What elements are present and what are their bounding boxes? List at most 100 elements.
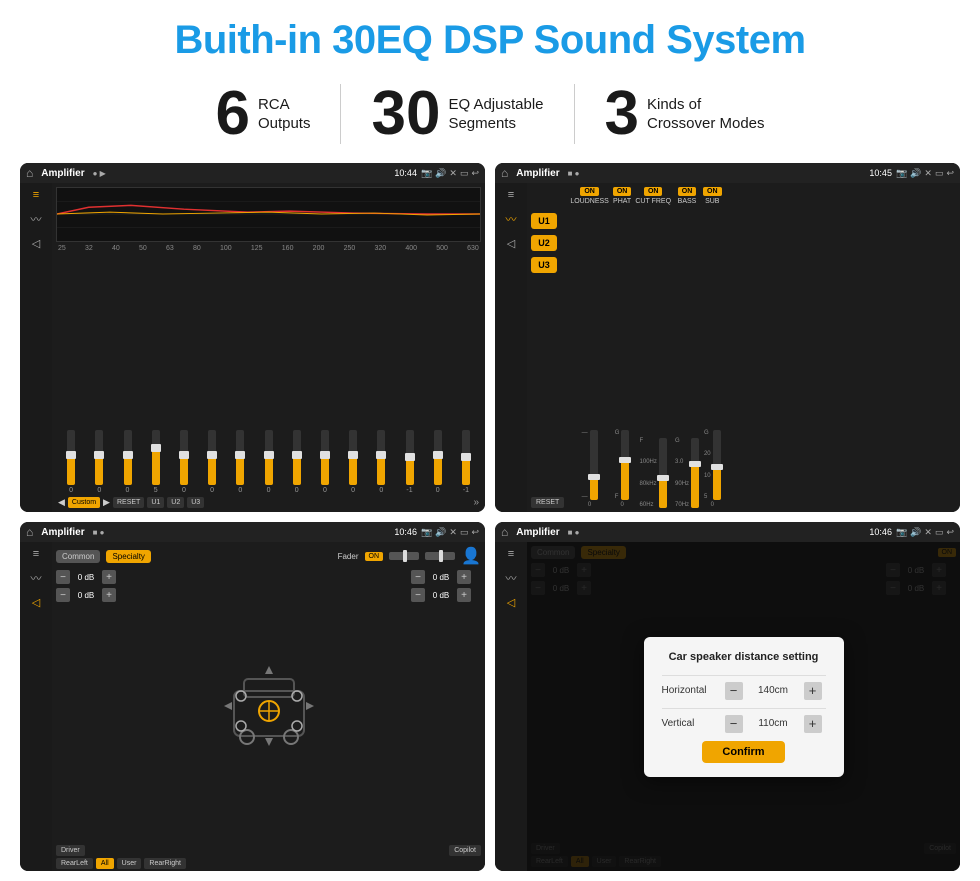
back-icon-crossover[interactable]: ↩ (946, 168, 954, 179)
home-icon-eq[interactable]: ⌂ (26, 166, 33, 180)
eq-u2-btn[interactable]: U2 (167, 497, 184, 508)
horizontal-plus-btn[interactable]: + (804, 682, 822, 700)
speaker-side-icons: ≡ 〰 ◁ (20, 542, 52, 871)
status-bar-eq: ⌂ Amplifier ● ▶ 10:44 📷 🔊 ✕ ▭ ↩ (20, 163, 485, 183)
eq-more-icon[interactable]: » (473, 497, 479, 508)
back-icon-dist[interactable]: ↩ (946, 527, 954, 538)
reset-crossover-btn[interactable]: RESET (531, 497, 564, 508)
all-btn[interactable]: All (96, 858, 114, 869)
wave-icon-cr[interactable]: 〰 (506, 211, 517, 227)
dots-speaker: ■ ● (93, 528, 105, 537)
ch-bass-on[interactable]: ON (678, 187, 697, 196)
title-eq: Amplifier (41, 168, 84, 179)
horizontal-minus-btn[interactable]: − (725, 682, 743, 700)
driver-btn[interactable]: Driver (56, 845, 85, 856)
eq-slider-10[interactable]: 0 (340, 430, 366, 494)
eq-slider-9[interactable]: 0 (312, 430, 338, 494)
back-icon-speaker[interactable]: ↩ (471, 527, 479, 538)
eq-icon-dist[interactable]: ≡ (508, 548, 514, 560)
fader-track-h[interactable] (389, 552, 419, 560)
u3-button[interactable]: U3 (531, 257, 557, 273)
db-minus-fl[interactable]: − (56, 570, 70, 584)
eq-slider-13[interactable]: 0 (425, 430, 451, 494)
wave-icon[interactable]: 〰 (31, 211, 42, 227)
eq-slider-12[interactable]: -1 (396, 430, 422, 494)
eq-slider-11[interactable]: 0 (368, 430, 394, 494)
spk-right-controls: − 0 dB + − 0 dB + (411, 570, 481, 842)
wave-icon-dist[interactable]: 〰 (506, 570, 517, 586)
eq-prev-btn[interactable]: ◀ (58, 497, 65, 508)
u1-button[interactable]: U1 (531, 213, 557, 229)
eq-slider-7[interactable]: 0 (255, 430, 281, 494)
copilot-btn[interactable]: Copilot (449, 845, 481, 856)
db-minus-rr[interactable]: − (411, 588, 425, 602)
eq-slider-8[interactable]: 0 (284, 430, 310, 494)
home-icon-speaker[interactable]: ⌂ (26, 525, 33, 539)
window-icon-speaker: ▭ (460, 527, 469, 538)
eq-play-btn[interactable]: ▶ (103, 497, 110, 508)
eq-icon-cr[interactable]: ≡ (508, 189, 514, 201)
eq-slider-0[interactable]: 0 (58, 430, 84, 494)
eq-icon-sp[interactable]: ≡ (33, 548, 39, 560)
speaker-icon-dist[interactable]: ◁ (507, 596, 515, 609)
time-dist: 10:46 (869, 527, 892, 537)
db-plus-fr[interactable]: + (457, 570, 471, 584)
ch-cutfreq: ON CUT FREQ F 100Hz 80kHz 60Hz (635, 187, 671, 508)
vertical-plus-btn[interactable]: + (804, 715, 822, 733)
ch-phat-on[interactable]: ON (613, 187, 632, 196)
back-icon-eq[interactable]: ↩ (471, 168, 479, 179)
speaker-icon-sp[interactable]: ◁ (32, 596, 40, 609)
rearleft-btn[interactable]: RearLeft (56, 858, 93, 869)
ch-cutfreq-on[interactable]: ON (644, 187, 663, 196)
horizontal-row: Horizontal − 140cm + (662, 682, 826, 700)
confirm-button[interactable]: Confirm (702, 741, 784, 763)
eq-u3-btn[interactable]: U3 (187, 497, 204, 508)
crossover-content: ≡ 〰 ◁ U1 U2 U3 RESET (495, 183, 960, 512)
rearright-btn[interactable]: RearRight (144, 858, 186, 869)
eq-icon[interactable]: ≡ (33, 189, 39, 201)
common-tab[interactable]: Common (56, 550, 100, 563)
eq-slider-6[interactable]: 0 (227, 430, 253, 494)
feature-rca: 6 RCA Outputs (185, 83, 340, 145)
features-row: 6 RCA Outputs 30 EQ Adjustable Segments … (20, 83, 960, 145)
ch-loudness-on[interactable]: ON (580, 187, 599, 196)
wave-icon-sp[interactable]: 〰 (31, 570, 42, 586)
feature-eq: 30 EQ Adjustable Segments (341, 83, 573, 145)
db-plus-fl[interactable]: + (102, 570, 116, 584)
db-value-fr: 0 dB (427, 573, 455, 582)
user-btn[interactable]: User (117, 858, 142, 869)
ch-sub-on[interactable]: ON (703, 187, 722, 196)
db-minus-fr[interactable]: − (411, 570, 425, 584)
eq-slider-1[interactable]: 0 (86, 430, 112, 494)
u2-button[interactable]: U2 (531, 235, 557, 251)
status-icons-speaker: 📷 🔊 ✕ ▭ ↩ (421, 527, 479, 538)
db-plus-rl[interactable]: + (102, 588, 116, 602)
speaker-icon-cr[interactable]: ◁ (507, 237, 515, 250)
screen-speaker: ⌂ Amplifier ■ ● 10:46 📷 🔊 ✕ ▭ ↩ ≡ 〰 ◁ (20, 522, 485, 871)
db-control-rr: − 0 dB + (411, 588, 481, 602)
eq-slider-14[interactable]: -1 (453, 430, 479, 494)
eq-custom-btn[interactable]: Custom (68, 497, 100, 508)
feature-number-crossover: 3 (605, 83, 639, 145)
home-icon-dist[interactable]: ⌂ (501, 525, 508, 539)
eq-reset-btn[interactable]: RESET (113, 497, 144, 508)
vertical-minus-btn[interactable]: − (725, 715, 743, 733)
eq-u1-btn[interactable]: U1 (147, 497, 164, 508)
eq-slider-5[interactable]: 0 (199, 430, 225, 494)
eq-slider-2[interactable]: 0 (114, 430, 140, 494)
fader-on-btn[interactable]: ON (365, 552, 384, 561)
status-bar-crossover: ⌂ Amplifier ■ ● 10:45 📷 🔊 ✕ ▭ ↩ (495, 163, 960, 183)
fader-track-v[interactable] (425, 552, 455, 560)
specialty-tab[interactable]: Specialty (106, 550, 150, 563)
crossover-side-icons: ≡ 〰 ◁ (495, 183, 527, 512)
crossover-main: U1 U2 U3 RESET ON LOUDNESS (527, 183, 960, 512)
horizontal-label: Horizontal (662, 685, 717, 696)
eq-bottom-bar: ◀ Custom ▶ RESET U1 U2 U3 » (56, 494, 481, 508)
db-minus-rl[interactable]: − (56, 588, 70, 602)
db-plus-rr[interactable]: + (457, 588, 471, 602)
speaker-icon[interactable]: ◁ (32, 237, 40, 250)
ch-sub-label: SUB (705, 198, 719, 205)
home-icon-crossover[interactable]: ⌂ (501, 166, 508, 180)
eq-slider-3[interactable]: 5 (143, 430, 169, 494)
eq-slider-4[interactable]: 0 (171, 430, 197, 494)
